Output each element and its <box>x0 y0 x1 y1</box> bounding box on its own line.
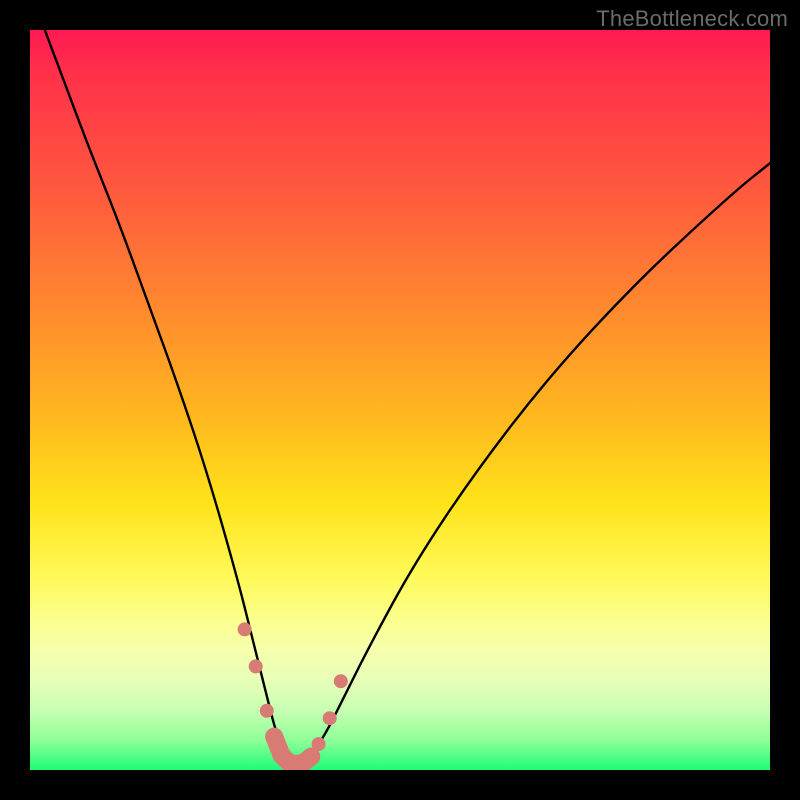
highlight-dot <box>334 674 348 688</box>
curves-layer <box>30 30 770 770</box>
highlight-dot <box>265 728 283 746</box>
bottleneck-curve <box>45 30 770 765</box>
plot-area <box>30 30 770 770</box>
watermark-text: TheBottleneck.com <box>596 6 788 32</box>
chart-stage: TheBottleneck.com <box>0 0 800 800</box>
highlight-dot <box>238 622 252 636</box>
highlight-dot <box>260 704 274 718</box>
highlight-dot <box>312 737 326 751</box>
highlight-dot <box>249 659 263 673</box>
highlight-dot <box>323 711 337 725</box>
